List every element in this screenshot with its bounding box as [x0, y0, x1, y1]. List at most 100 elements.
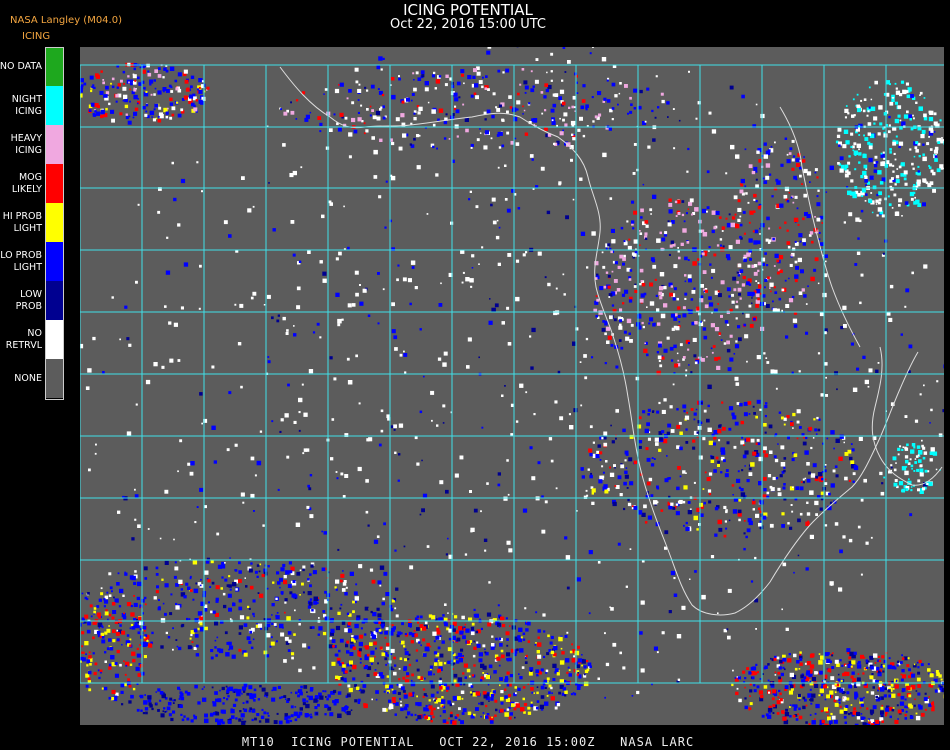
cloud-pixel — [777, 696, 780, 699]
cloud-pixel — [402, 133, 407, 138]
cloud-pixel — [416, 134, 420, 138]
cloud-pixel — [100, 109, 105, 115]
cloud-pixel — [243, 708, 248, 713]
cloud-pixel — [809, 688, 812, 691]
cloud-pixel — [432, 631, 437, 636]
cloud-pixel — [739, 183, 742, 185]
cloud-pixel — [654, 437, 659, 442]
cloud-pixel — [815, 475, 818, 479]
cloud-pixel — [319, 130, 322, 133]
cloud-pixel — [473, 664, 476, 667]
cloud-pixel — [90, 90, 93, 93]
cloud-pixel — [581, 475, 585, 479]
cloud-pixel — [122, 86, 127, 91]
cloud-pixel — [234, 443, 238, 447]
cloud-pixel — [728, 213, 731, 216]
cloud-pixel — [682, 470, 686, 474]
cloud-pixel — [839, 156, 844, 161]
cloud-pixel — [423, 713, 426, 716]
cloud-pixel — [143, 566, 148, 571]
cloud-pixel — [718, 439, 721, 442]
cloud-pixel — [196, 506, 199, 508]
cloud-pixel — [693, 481, 696, 484]
cloud-pixel — [313, 600, 318, 605]
cloud-pixel — [757, 282, 760, 284]
cloud-pixel — [781, 416, 784, 420]
cloud-pixel — [596, 298, 600, 302]
cloud-pixel — [804, 477, 807, 480]
cloud-pixel — [81, 645, 84, 648]
cloud-pixel — [229, 618, 232, 620]
cloud-pixel — [159, 114, 164, 119]
cloud-pixel — [120, 690, 124, 694]
cloud-pixel — [904, 201, 909, 205]
cloud-pixel — [863, 164, 868, 169]
cloud-pixel — [861, 188, 866, 193]
cloud-pixel — [753, 684, 756, 687]
cloud-pixel — [529, 335, 532, 338]
cloud-pixel — [741, 422, 743, 425]
cloud-pixel — [155, 573, 159, 576]
cloud-pixel — [160, 618, 166, 623]
cloud-pixel — [650, 494, 654, 497]
cloud-pixel — [303, 412, 308, 417]
cloud-pixel — [657, 106, 660, 109]
cloud-pixel — [900, 678, 904, 682]
cloud-pixel — [530, 687, 534, 691]
cloud-pixel — [748, 221, 751, 224]
cloud-pixel — [891, 98, 895, 102]
cloud-pixel — [887, 130, 891, 134]
cloud-pixel — [153, 596, 157, 600]
cloud-pixel — [750, 291, 755, 296]
cloud-pixel — [100, 114, 104, 119]
cloud-pixel — [119, 338, 121, 341]
cloud-pixel — [363, 690, 366, 693]
cloud-pixel — [677, 212, 681, 215]
cloud-pixel — [108, 638, 112, 642]
cloud-pixel — [409, 302, 412, 306]
cloud-pixel — [816, 416, 819, 420]
cloud-pixel — [417, 715, 422, 720]
cloud-pixel — [293, 420, 297, 424]
legend-label: NO DATA — [0, 60, 42, 72]
cloud-pixel — [776, 712, 780, 715]
cloud-pixel — [280, 108, 282, 111]
cloud-pixel — [102, 79, 105, 81]
cloud-pixel — [873, 169, 878, 173]
cloud-pixel — [508, 657, 512, 662]
cloud-pixel — [531, 476, 536, 481]
cloud-pixel — [139, 66, 141, 69]
cloud-pixel — [856, 662, 859, 665]
cloud-pixel — [528, 671, 533, 676]
cloud-pixel — [716, 244, 720, 247]
cloud-pixel — [909, 715, 914, 719]
cloud-pixel — [802, 217, 805, 221]
cloud-pixel — [322, 610, 326, 613]
cloud-pixel — [741, 436, 744, 439]
cloud-pixel — [707, 404, 710, 408]
cloud-pixel — [847, 190, 852, 196]
cloud-pixel — [520, 707, 525, 712]
cloud-pixel — [693, 418, 696, 421]
cloud-pixel — [908, 344, 913, 349]
cloud-pixel — [814, 712, 817, 715]
cloud-pixel — [510, 703, 515, 707]
cloud-pixel — [155, 691, 157, 693]
cloud-pixel — [407, 658, 410, 661]
cloud-pixel — [482, 672, 485, 674]
cloud-pixel — [860, 703, 864, 707]
cloud-pixel — [902, 669, 905, 672]
cloud-pixel — [540, 166, 545, 171]
cloud-pixel — [708, 493, 712, 496]
cloud-pixel — [127, 120, 132, 125]
color-legend: NO DATA NIGHT ICING HEAVY ICING MOG LIKE… — [0, 47, 66, 398]
cloud-pixel — [397, 479, 400, 482]
cloud-pixel — [638, 445, 642, 449]
cloud-pixel — [744, 697, 747, 700]
cloud-pixel — [816, 195, 819, 198]
cloud-pixel — [104, 660, 107, 663]
cloud-pixel — [126, 602, 132, 607]
cloud-pixel — [867, 719, 870, 722]
cloud-pixel — [778, 411, 782, 414]
cloud-pixel — [848, 538, 853, 543]
